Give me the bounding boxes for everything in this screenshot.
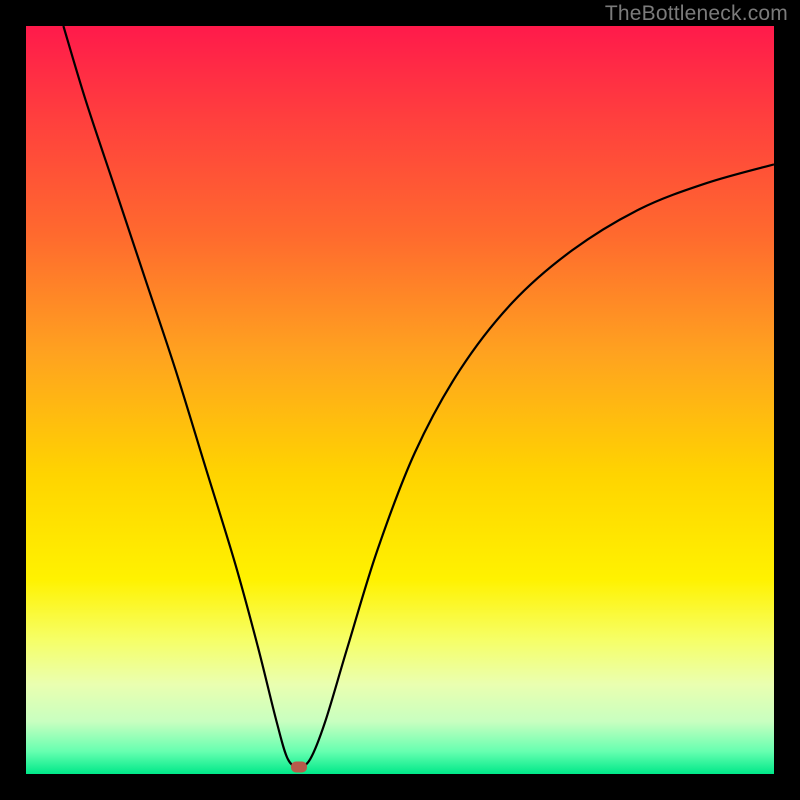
chart-frame: TheBottleneck.com (0, 0, 800, 800)
plot-area (26, 26, 774, 774)
minimum-marker (291, 762, 307, 773)
chart-background (26, 26, 774, 774)
chart-svg (26, 26, 774, 774)
watermark-text: TheBottleneck.com (605, 2, 788, 26)
